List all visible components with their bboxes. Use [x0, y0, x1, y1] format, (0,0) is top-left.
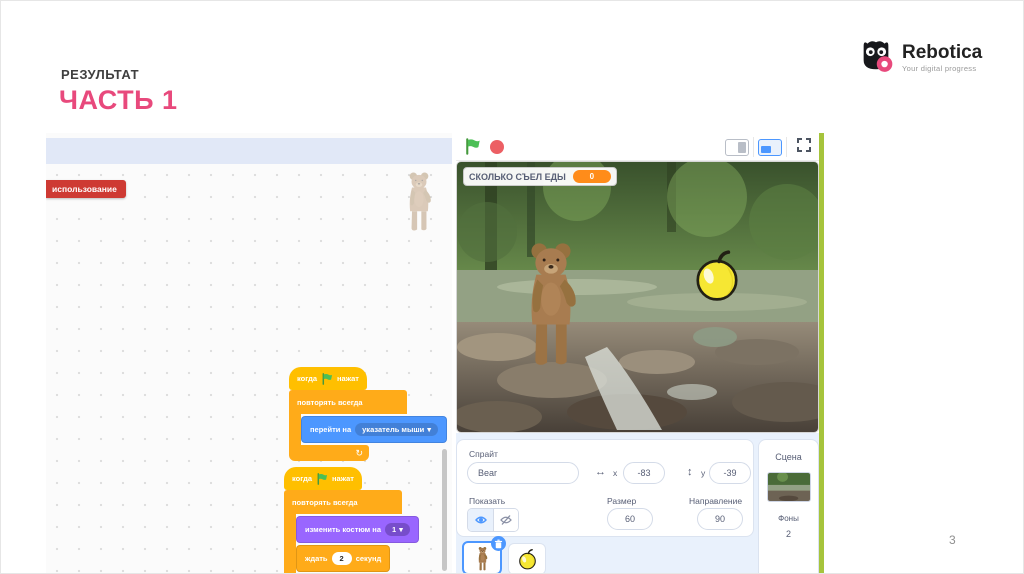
apple-sprite[interactable]: [691, 248, 743, 302]
divider: [786, 137, 787, 157]
scene-panel[interactable]: Сцена Фоны 2: [758, 439, 819, 573]
stage[interactable]: СКОЛЬКО СЪЕЛ ЕДЫ 0: [456, 161, 819, 433]
sprite-name-input[interactable]: Bear: [467, 462, 579, 484]
block-label: ждать: [305, 554, 328, 563]
variable-name: СКОЛЬКО СЪЕЛ ЕДЫ: [469, 171, 566, 182]
size-label: Размер: [607, 496, 637, 506]
block-label: когда: [292, 474, 313, 483]
block-label: нажат: [332, 474, 354, 483]
block-when-flag-clicked[interactable]: когда нажат: [284, 467, 362, 490]
x-label: x: [613, 468, 618, 478]
y-label: y: [701, 468, 706, 478]
sprite-thumbnail-apple[interactable]: [508, 543, 546, 573]
chevron-down-icon: ▾: [399, 525, 403, 534]
sprite-thumbnail-bear[interactable]: [462, 536, 506, 573]
hide-sprite-button[interactable]: [493, 509, 518, 531]
costume-dropdown[interactable]: 1 ▾: [385, 523, 410, 536]
scratch-screenshot: использование когда нажат повторять всег…: [46, 133, 819, 573]
block-label: нажат: [337, 374, 359, 383]
small-stage-button[interactable]: [725, 138, 749, 156]
large-stage-button[interactable]: [758, 138, 782, 156]
bear-sprite[interactable]: [507, 234, 595, 372]
sprite-area: Спрайт Bear ↔ x -83 ↕ y -39 Показать Раз…: [456, 433, 819, 573]
block-label: повторять всегда: [297, 397, 363, 407]
stage-toolbar: [456, 133, 819, 161]
brand-logo: Rebotica Your digital progress: [857, 37, 982, 79]
slide-kicker: РЕЗУЛЬТАТ: [61, 67, 140, 82]
show-label: Показать: [469, 496, 506, 506]
size-input[interactable]: 60: [607, 508, 653, 530]
block-switch-costume[interactable]: изменить костюм на 1 ▾: [296, 516, 419, 543]
reuse-button[interactable]: использование: [46, 180, 126, 198]
backdrop-thumbnail[interactable]: [766, 472, 811, 502]
fullscreen-button[interactable]: [797, 137, 811, 157]
stop-button[interactable]: [490, 139, 504, 154]
brand-tagline: Your digital progress: [902, 64, 977, 73]
block-label: перейти на: [310, 425, 352, 434]
script-move: когда нажат повторять всегда перейти на …: [289, 367, 448, 461]
forever-spine: [284, 514, 296, 573]
forever-spine: [289, 414, 301, 445]
delete-sprite-button[interactable]: [491, 536, 506, 551]
sprite-watermark-bear-icon: [398, 169, 440, 238]
show-sprite-button[interactable]: [468, 509, 493, 531]
variable-value: 0: [572, 170, 611, 183]
wait-seconds-input[interactable]: 2: [331, 552, 352, 565]
green-flag-icon: [316, 472, 328, 485]
brand-name: Rebotica: [902, 42, 983, 63]
dropdown-value: 1: [392, 525, 397, 534]
y-axis-icon: ↕: [687, 466, 693, 478]
chevron-down-icon: ▾: [427, 425, 432, 434]
green-flag-icon: [321, 372, 333, 385]
block-forever[interactable]: повторять всегда: [289, 390, 407, 414]
page-number: 3: [949, 533, 956, 547]
block-label: изменить костюм на: [305, 525, 381, 534]
divider: [753, 137, 754, 157]
direction-input[interactable]: 90: [697, 508, 743, 530]
x-input[interactable]: -83: [623, 462, 665, 484]
palette-strip: [46, 138, 452, 164]
block-label: повторять всегда: [292, 497, 358, 507]
block-label: секунд: [355, 554, 382, 563]
accent-line: [819, 133, 824, 573]
green-flag-button[interactable]: [464, 138, 481, 155]
loop-icon: ↻: [355, 447, 363, 458]
code-scrollbar[interactable]: [442, 449, 447, 571]
slide: РЕЗУЛЬТАТ ЧАСТЬ 1 Rebotica Your digital …: [0, 0, 1024, 574]
goto-target-dropdown[interactable]: указатель мыши ▾: [355, 423, 439, 436]
block-forever[interactable]: повторять всегда: [284, 490, 402, 514]
scene-title: Сцена: [775, 452, 802, 462]
stage-column: СКОЛЬКО СЪЕЛ ЕДЫ 0 Спрайт Bear ↔ x -83 ↕…: [456, 133, 819, 573]
sprite-info-panel: Спрайт Bear ↔ x -83 ↕ y -39 Показать Раз…: [456, 439, 754, 537]
block-wait[interactable]: ждать 2 секунд: [296, 545, 391, 572]
page-title: ЧАСТЬ 1: [59, 85, 178, 115]
block-when-flag-clicked[interactable]: когда нажат: [289, 367, 367, 390]
y-input[interactable]: -39: [709, 462, 751, 484]
block-goto-mouse[interactable]: перейти на указатель мыши ▾: [301, 416, 448, 443]
sprite-title-label: Спрайт: [469, 449, 498, 459]
script-costume: когда нажат повторять всегда изменить ко…: [284, 467, 419, 573]
backdrops-count: 2: [785, 529, 791, 539]
dropdown-value: указатель мыши: [362, 425, 425, 434]
direction-label: Направление: [689, 496, 743, 506]
block-label: когда: [297, 374, 318, 383]
variable-display[interactable]: СКОЛЬКО СЪЕЛ ЕДЫ 0: [463, 167, 617, 186]
forever-bottom[interactable]: ↻: [289, 445, 369, 461]
owl-logo-icon: [857, 37, 895, 79]
x-axis-icon: ↔: [595, 466, 606, 478]
backdrops-label: Фоны: [778, 514, 799, 523]
code-area: использование когда нажат повторять всег…: [46, 133, 452, 573]
